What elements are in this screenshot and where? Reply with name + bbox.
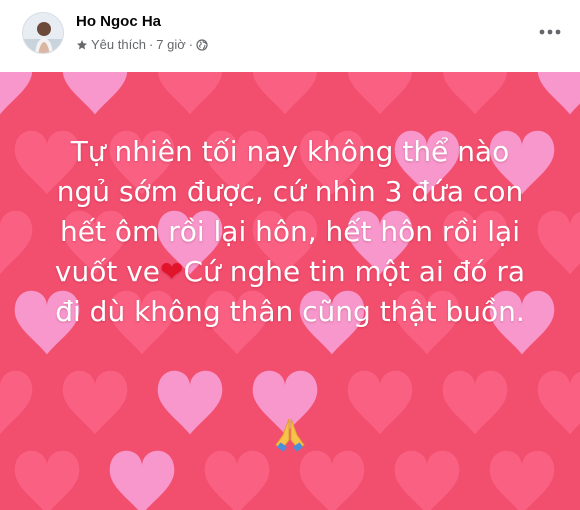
red-heart-icon: ❤: [160, 255, 184, 288]
meta-separator-2: ·: [188, 37, 194, 52]
folded-hands-icon: [272, 416, 308, 452]
favorite-label[interactable]: Yêu thích: [91, 37, 146, 52]
post-header: Ho Ngoc Ha Yêu thích · 7 giờ ·: [0, 0, 580, 72]
post-message: Tự nhiên tối nay không thể nào ngủ sớm đ…: [40, 132, 540, 332]
post-time[interactable]: 7 giờ: [156, 37, 186, 52]
globe-icon[interactable]: [196, 38, 208, 51]
post-background: Tự nhiên tối nay không thể nào ngủ sớm đ…: [0, 72, 580, 510]
meta-separator: ·: [148, 37, 154, 52]
star-icon: [76, 39, 88, 51]
avatar[interactable]: [22, 12, 64, 54]
author-name[interactable]: Ho Ngoc Ha: [76, 13, 161, 30]
facebook-post: Ho Ngoc Ha Yêu thích · 7 giờ · Tự nhiên …: [0, 0, 580, 510]
post-meta: Yêu thích · 7 giờ ·: [76, 37, 208, 52]
more-options-icon[interactable]: [536, 20, 564, 44]
